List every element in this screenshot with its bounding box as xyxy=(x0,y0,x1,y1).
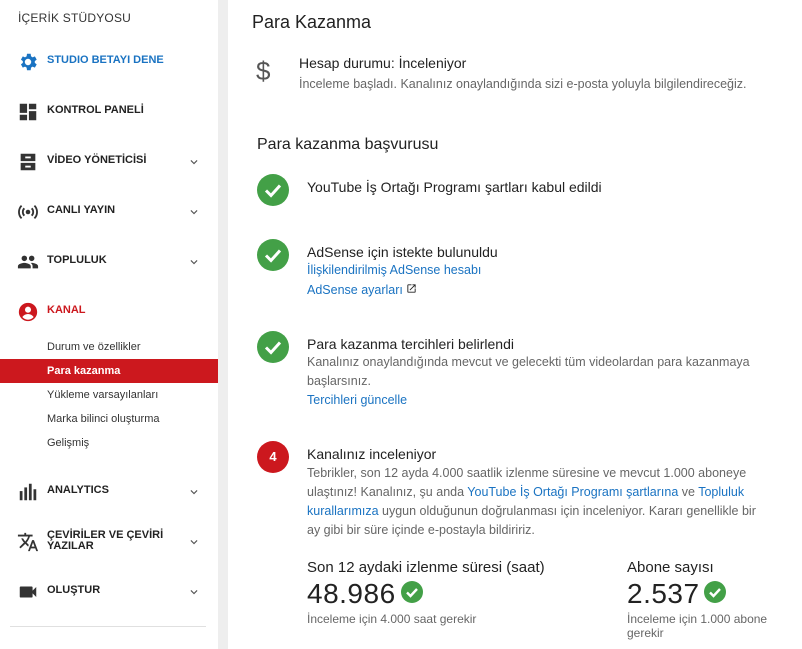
sidebar-item-label: OLUŞTUR xyxy=(47,584,101,596)
check-circle-icon xyxy=(401,581,423,603)
sidebar-subitem-upload-defaults[interactable]: Yükleme varsayılanları xyxy=(0,383,218,407)
sidebar-subitem-label: Durum ve özellikler xyxy=(47,341,141,353)
step-description-line: ulaştınız! Kanalınız, şu anda YouTube İş… xyxy=(307,483,744,502)
ypp-terms-link[interactable]: YouTube İş Ortağı Programı şartlarına xyxy=(467,485,678,499)
translate-icon xyxy=(17,531,39,553)
people-icon xyxy=(17,251,39,273)
account-status-description: İnceleme başladı. Kanalınız onaylandığın… xyxy=(299,77,747,91)
step-description: ay gibi bir süre içinde e-postayla bildi… xyxy=(307,523,535,537)
step-title: Para kazanma tercihleri belirlendi xyxy=(307,336,514,352)
check-circle-icon xyxy=(704,581,726,603)
sidebar-subitem-label: Para kazanma xyxy=(47,365,121,377)
sidebar-item-label: ANALYTICS xyxy=(47,484,109,496)
sidebar-subitem-label: Marka bilinci oluşturma xyxy=(47,413,160,425)
sidebar-subitem-label: Yükleme varsayılanları xyxy=(47,389,159,401)
subscriber-requirement: gerekir xyxy=(627,626,664,640)
check-circle-icon xyxy=(257,174,289,206)
sidebar-item-label: TOPLULUK xyxy=(47,254,107,266)
sidebar-item-studio-beta[interactable]: STUDIO BETAYI DENE xyxy=(0,41,218,81)
chevron-down-icon[interactable] xyxy=(187,255,201,269)
sidebar-item-video-manager[interactable]: VİDEO YÖNETİCİSİ xyxy=(0,141,218,181)
step-description: Tebrikler, son 12 ayda 4.000 saatlik izl… xyxy=(307,466,747,480)
account-status: Hesap durumu: İnceleniyor xyxy=(299,55,467,71)
check-circle-icon xyxy=(257,239,289,271)
watch-time-value: 48.986 xyxy=(307,578,396,609)
gear-icon xyxy=(17,51,39,73)
chevron-down-icon[interactable] xyxy=(187,585,201,599)
subscriber-requirement: İnceleme için 1.000 abone xyxy=(627,612,768,626)
sidebar-subitem-advanced[interactable]: Gelişmiş xyxy=(0,431,218,455)
sidebar-title: İÇERİK STÜDYOSU xyxy=(18,11,132,25)
sidebar-item-channel[interactable]: KANAL xyxy=(0,291,218,331)
main-content: Para Kazanma $ Hesap durumu: İnceleniyor… xyxy=(228,0,802,649)
community-guidelines-link[interactable]: kurallarımıza xyxy=(307,504,379,518)
dollar-icon: $ xyxy=(256,56,271,86)
step-title: YouTube İş Ortağı Programı şartları kabu… xyxy=(307,179,602,195)
watch-time-requirement: İnceleme için 4.000 saat gerekir xyxy=(307,612,477,626)
section-title: Para kazanma başvurusu xyxy=(257,136,439,153)
sidebar-item-label: VİDEO YÖNETİCİSİ xyxy=(47,154,147,166)
update-preferences-link[interactable]: Tercihleri güncelle xyxy=(307,393,407,407)
sidebar-subitem-label: Gelişmiş xyxy=(47,437,90,449)
sidebar-item-label: KANAL xyxy=(47,304,86,316)
linked-adsense-link-row: İlişkilendirilmiş AdSense hesabı xyxy=(307,261,481,280)
watch-time-label: Son 12 aydaki izlenme süresi (saat) xyxy=(307,559,545,576)
community-guidelines-link[interactable]: Topluluk xyxy=(698,485,744,499)
chevron-down-icon[interactable] xyxy=(187,535,201,549)
sidebar-item-label: STUDIO BETAYI DENE xyxy=(47,54,164,66)
sidebar: İÇERİK STÜDYOSU STUDIO BETAYI DENE KONTR… xyxy=(0,0,218,649)
sidebar-item-dashboard[interactable]: KONTROL PANELİ xyxy=(0,91,218,131)
step-text: ve xyxy=(678,485,699,499)
sidebar-item-label: KONTROL PANELİ xyxy=(47,104,144,116)
linked-adsense-account-link[interactable]: İlişkilendirilmiş AdSense hesabı xyxy=(307,263,481,277)
adsense-settings-link[interactable]: AdSense ayarları xyxy=(307,283,403,297)
update-preferences-link-row: Tercihleri güncelle xyxy=(307,391,407,410)
chevron-down-icon[interactable] xyxy=(187,155,201,169)
page-title: Para Kazanma xyxy=(252,12,372,32)
dashboard-icon xyxy=(17,101,39,123)
external-link-icon[interactable] xyxy=(406,281,417,300)
sidebar-subitem-branding[interactable]: Marka bilinci oluşturma xyxy=(0,407,218,431)
step-text: uygun olduğunun doğrulanması için incele… xyxy=(378,504,756,518)
sidebar-item-create[interactable]: OLUŞTUR xyxy=(0,571,218,611)
account-circle-icon xyxy=(17,301,39,323)
sidebar-item-live[interactable]: CANLI YAYIN xyxy=(0,191,218,231)
step-title: Kanalınız inceleniyor xyxy=(307,446,437,462)
sidebar-item-community[interactable]: TOPLULUK xyxy=(0,241,218,281)
step-number-badge: 4 xyxy=(257,441,289,473)
sidebar-subitem-status[interactable]: Durum ve özellikler xyxy=(0,335,218,359)
adsense-settings-link-row: AdSense ayarları xyxy=(307,281,417,300)
step-description: Kanalınız onaylandığında mevcut ve gelec… xyxy=(307,355,750,369)
sidebar-item-label: YAZILAR xyxy=(47,540,94,552)
step-text: ulaştınız! Kanalınız, şu anda xyxy=(307,485,468,499)
step-description: başlarsınız. xyxy=(307,374,371,388)
live-broadcast-icon xyxy=(17,201,39,223)
chevron-down-icon[interactable] xyxy=(187,205,201,219)
sidebar-subitem-monetization[interactable]: Para kazanma xyxy=(0,359,218,383)
sidebar-divider xyxy=(10,626,206,627)
sidebar-item-translations[interactable]: ÇEVİRİLER VE ÇEVİRİ YAZILAR xyxy=(0,521,218,561)
check-circle-icon xyxy=(257,331,289,363)
sidebar-item-label: CANLI YAYIN xyxy=(47,204,116,216)
chevron-down-icon[interactable] xyxy=(187,485,201,499)
video-camera-icon xyxy=(17,581,39,603)
sidebar-item-analytics[interactable]: ANALYTICS xyxy=(0,471,218,511)
step-description-line: kurallarımıza uygun olduğunun doğrulanma… xyxy=(307,502,756,521)
step-title: AdSense için istekte bulunuldu xyxy=(307,244,498,260)
subscriber-count-value: 2.537 xyxy=(627,578,700,609)
video-manager-icon xyxy=(17,151,39,173)
bar-chart-icon xyxy=(17,481,39,503)
subscriber-count-label: Abone sayısı xyxy=(627,559,714,576)
